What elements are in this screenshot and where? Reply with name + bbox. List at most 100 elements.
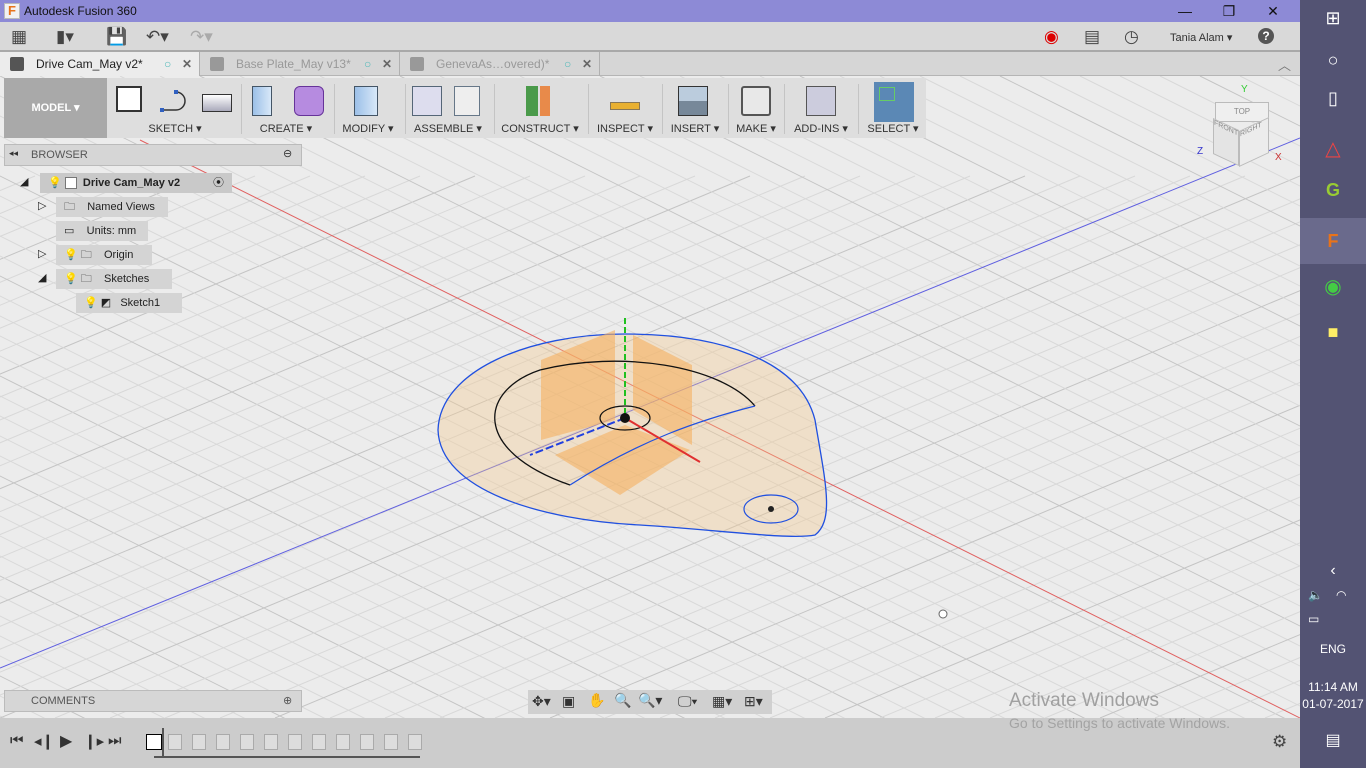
close-button[interactable]: ✕ <box>1250 0 1296 22</box>
collapse-chevron-up-icon[interactable]: ︿ <box>1278 55 1291 74</box>
3d-print-icon[interactable] <box>741 86 771 116</box>
tree-node-root[interactable]: 💡 Drive Cam_May v2 ⦿ <box>40 173 232 193</box>
browser-panel-header[interactable]: ◂◂ BROWSER ⊖ <box>4 144 302 166</box>
show-hidden-icons-chevron-icon[interactable]: ‹ <box>1300 562 1366 580</box>
volume-icon[interactable]: 🔈 <box>1308 588 1323 602</box>
visibility-bulb-icon[interactable]: 💡 <box>84 297 98 309</box>
step-back-icon[interactable]: ◂❙ <box>34 732 54 750</box>
file-menu-icon[interactable]: ▮▾ <box>56 27 74 47</box>
user-menu[interactable]: Tania Alam ▾ <box>1170 31 1232 44</box>
make-menu[interactable]: MAKE ▾ <box>730 122 782 135</box>
record-icon[interactable]: ◉ <box>1044 27 1059 47</box>
activate-radio-icon[interactable]: ⦿ <box>213 173 224 193</box>
pan-hand-icon[interactable]: ✋ <box>588 692 605 709</box>
go-to-end-icon[interactable]: ⏭ <box>108 732 122 749</box>
expanded-triangle-icon[interactable]: ◢ <box>20 175 28 188</box>
comment-icon[interactable]: ▤ <box>1084 27 1100 47</box>
fusion-taskbar-icon[interactable]: F <box>1300 218 1366 264</box>
modify-group[interactable]: MODIFY ▾ <box>336 78 400 138</box>
inspect-group[interactable]: INSPECT ▾ <box>590 78 660 138</box>
construct-menu[interactable]: CONSTRUCT ▾ <box>496 122 584 135</box>
follower-center-point[interactable] <box>768 506 774 512</box>
workspace-switcher[interactable]: MODEL ▾ <box>4 78 107 138</box>
clock-time[interactable]: 11:14 AM <box>1300 680 1366 694</box>
add-ins-group[interactable]: ADD-INS ▾ <box>786 78 856 138</box>
create-group[interactable]: CREATE ▾ <box>244 78 328 138</box>
sketch-group[interactable]: SKETCH ▾ <box>110 78 240 138</box>
viewcube-right-face[interactable]: RIGHT <box>1239 117 1269 167</box>
create-sketch-icon[interactable] <box>116 86 142 112</box>
insert-menu[interactable]: INSERT ▾ <box>664 122 726 135</box>
origin-point[interactable] <box>620 413 630 423</box>
timeline-feature[interactable] <box>408 734 422 750</box>
collapsed-triangle-icon[interactable]: ▷ <box>38 247 46 260</box>
timeline-feature[interactable] <box>216 734 230 750</box>
visibility-bulb-icon[interactable]: 💡 <box>64 249 78 261</box>
go-to-start-icon[interactable]: ⏮ <box>10 732 24 749</box>
orbit-icon[interactable]: ✥▾ <box>532 693 551 710</box>
wifi-icon[interactable]: ◠ <box>1336 588 1346 602</box>
minimize-button[interactable]: — <box>1162 0 1208 22</box>
add-comment-icon[interactable]: ⊕ <box>283 691 292 711</box>
scripts-gear-icon[interactable] <box>806 86 836 116</box>
fit-icon[interactable]: 🔍▾ <box>638 692 662 709</box>
look-at-icon[interactable]: ▣ <box>562 693 575 710</box>
chrome-icon[interactable]: ◉ <box>1300 274 1366 299</box>
assemble-group[interactable]: ASSEMBLE ▾ <box>406 78 490 138</box>
undo-icon[interactable]: ↶▾ <box>146 27 169 47</box>
restore-button[interactable]: ❐ <box>1206 0 1252 22</box>
select-group[interactable]: SELECT ▾ <box>860 78 926 138</box>
tree-node-units[interactable]: ▭ Units: mm <box>56 221 148 241</box>
play-icon[interactable]: ▶ <box>60 731 72 751</box>
language-indicator[interactable]: ENG <box>1300 642 1366 656</box>
action-center-icon[interactable]: ▤ <box>1300 730 1366 750</box>
comments-panel[interactable]: COMMENTS ⊕ <box>4 690 302 712</box>
timeline-settings-gear-icon[interactable]: ⚙ <box>1272 732 1287 752</box>
data-panel-grid-icon[interactable]: ▦ <box>11 27 27 47</box>
battery-icon[interactable]: ▭ <box>1308 612 1319 626</box>
redo-icon[interactable]: ↷▾ <box>190 27 213 47</box>
inspect-menu[interactable]: INSPECT ▾ <box>590 122 660 135</box>
close-tab-icon[interactable]: ✕ <box>582 52 592 76</box>
measure-ruler-icon[interactable] <box>610 102 640 110</box>
tab-drive-cam[interactable]: Drive Cam_May v2* ○ ✕ <box>0 52 200 76</box>
timeline-feature[interactable] <box>288 734 302 750</box>
collapse-panel-icon[interactable]: ◂◂ <box>9 148 18 159</box>
rectangle-icon[interactable] <box>202 94 232 112</box>
press-pull-icon[interactable] <box>354 86 378 116</box>
timeline-feature[interactable] <box>264 734 278 750</box>
browser-minimize-icon[interactable]: ⊖ <box>283 147 292 160</box>
display-settings-icon[interactable]: 🖵▾ <box>678 693 697 710</box>
tree-node-sketches[interactable]: 💡 🗀 Sketches <box>56 269 172 289</box>
save-icon[interactable]: 💾 <box>106 27 127 47</box>
timeline-sketch-feature[interactable] <box>146 734 162 750</box>
grid-settings-icon[interactable]: ▦▾ <box>712 693 732 710</box>
extrude-icon[interactable] <box>252 86 272 116</box>
offset-plane-icon[interactable] <box>526 86 538 116</box>
assemble-menu[interactable]: ASSEMBLE ▾ <box>406 122 490 135</box>
timeline-feature[interactable] <box>360 734 374 750</box>
new-component-icon[interactable] <box>412 86 442 116</box>
clock-date[interactable]: 01-07-2017 <box>1300 697 1366 711</box>
tab-base-plate[interactable]: Base Plate_May v13* ○ ✕ <box>200 52 400 76</box>
arc-icon[interactable] <box>158 86 188 116</box>
g-app-icon[interactable]: G <box>1300 180 1366 201</box>
job-status-clock-icon[interactable]: ◷ <box>1124 27 1139 47</box>
viewcube-top-face[interactable]: TOP <box>1215 102 1269 122</box>
select-cursor-icon[interactable] <box>874 82 914 122</box>
close-tab-icon[interactable]: ✕ <box>182 52 192 76</box>
close-tab-icon[interactable]: ✕ <box>382 52 392 76</box>
visibility-bulb-icon[interactable]: 💡 <box>64 273 78 285</box>
insert-group[interactable]: INSERT ▾ <box>664 78 726 138</box>
sketch-menu[interactable]: SKETCH ▾ <box>110 122 240 135</box>
step-forward-icon[interactable]: ❙▸ <box>84 732 104 750</box>
timeline-feature[interactable] <box>384 734 398 750</box>
select-menu[interactable]: SELECT ▾ <box>860 122 926 135</box>
sticky-notes-icon[interactable]: ■ <box>1300 322 1366 343</box>
create-menu[interactable]: CREATE ▾ <box>244 122 328 135</box>
tree-node-origin[interactable]: 💡 🗀 Origin <box>56 245 152 265</box>
task-view-icon[interactable]: ▯ <box>1300 88 1366 109</box>
timeline-feature[interactable] <box>168 734 182 750</box>
timeline-feature[interactable] <box>312 734 326 750</box>
viewports-icon[interactable]: ⊞▾ <box>744 693 763 710</box>
